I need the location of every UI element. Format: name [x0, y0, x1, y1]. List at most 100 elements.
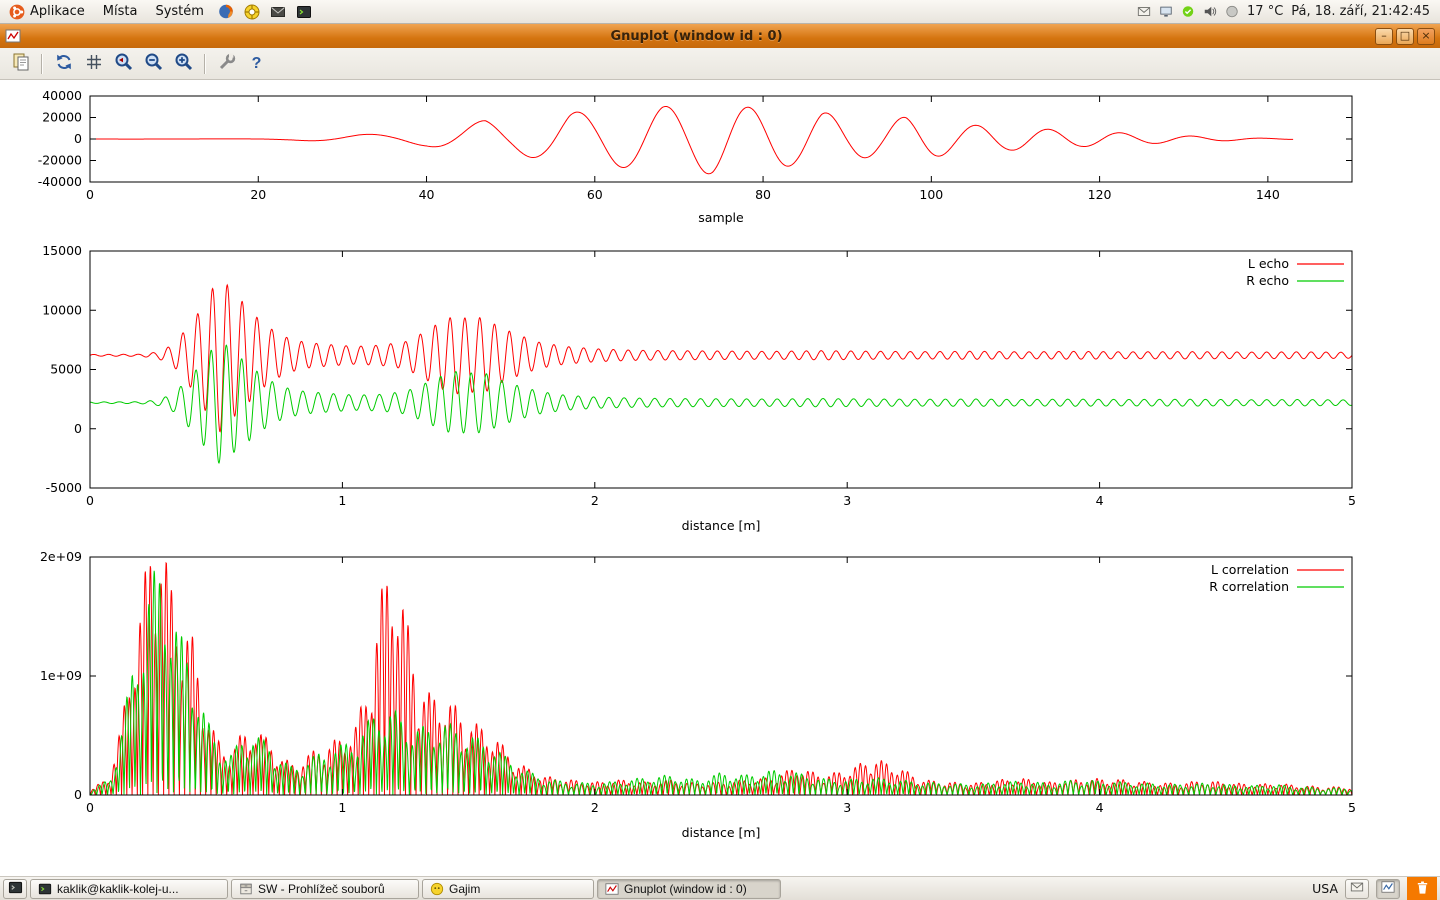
- x-tick-label: 4: [1096, 800, 1104, 815]
- y-tick-label: -20000: [38, 153, 82, 168]
- gnuplot-icon: [605, 882, 619, 896]
- gnuplot-canvas: 02040608010012014040000200000-20000-4000…: [0, 80, 1440, 876]
- plot-border: [90, 251, 1352, 488]
- firefox-icon: [218, 4, 234, 20]
- mail-notification-icon[interactable]: [1137, 5, 1151, 19]
- close-button[interactable]: ×: [1417, 28, 1435, 45]
- maximize-button[interactable]: □: [1396, 28, 1414, 45]
- y-tick-label: 20000: [42, 110, 82, 125]
- taskbar-window-label: Gnuplot (window id : 0): [624, 882, 747, 896]
- x-tick-label: 0: [86, 800, 94, 815]
- x-tick-label: 140: [1256, 187, 1280, 202]
- mail-launcher[interactable]: [265, 0, 291, 23]
- y-tick-label: 0: [74, 787, 82, 802]
- help-button[interactable]: ?: [243, 50, 270, 77]
- x-axis-label: distance [m]: [682, 825, 761, 840]
- menu-applications-label: Aplikace: [30, 4, 85, 19]
- x-tick-label: 3: [843, 493, 851, 508]
- help-icon: [244, 4, 260, 20]
- keyboard-layout-indicator[interactable]: USA: [1312, 881, 1338, 896]
- series-l-echo: [90, 285, 1352, 432]
- mail-tray-button[interactable]: [1345, 879, 1369, 899]
- zoom-previous-icon: [114, 52, 134, 75]
- replot-icon: [54, 52, 74, 75]
- taskbar-window-gajim[interactable]: Gajim: [422, 879, 594, 899]
- taskbar: kaklik@kaklik-kolej-u... SW - Prohlížeč …: [0, 876, 1440, 900]
- y-tick-label: -5000: [46, 480, 82, 495]
- series-r-echo: [90, 345, 1352, 463]
- x-tick-label: 40: [419, 187, 435, 202]
- y-tick-label: 10000: [42, 302, 82, 317]
- help-question-icon: ?: [252, 55, 262, 73]
- plot-border: [90, 557, 1352, 795]
- x-tick-label: 5: [1348, 493, 1356, 508]
- series-chirp: [90, 106, 1293, 173]
- minimize-button[interactable]: –: [1375, 28, 1393, 45]
- taskbar-window-terminal[interactable]: kaklik@kaklik-kolej-u...: [30, 879, 228, 899]
- zoom-out-icon: [144, 52, 164, 75]
- menu-places-label: Místa: [103, 4, 138, 19]
- zoom-out-button[interactable]: [140, 50, 167, 77]
- window-titlebar[interactable]: Gnuplot (window id : 0) – □ ×: [0, 24, 1440, 48]
- x-tick-label: 0: [86, 187, 94, 202]
- taskbar-window-label: Gajim: [449, 882, 480, 896]
- legend-label: R correlation: [1209, 579, 1289, 594]
- taskbar-window-file-manager[interactable]: SW - Prohlížeč souborů: [231, 879, 419, 899]
- volume-icon[interactable]: [1203, 5, 1217, 19]
- trash-button[interactable]: [1407, 877, 1437, 900]
- x-tick-label: 80: [755, 187, 771, 202]
- plot-area: 02040608010012014040000200000-20000-4000…: [0, 80, 1440, 876]
- y-tick-label: 40000: [42, 88, 82, 103]
- gnuplot-window: Gnuplot (window id : 0) – □ ×: [0, 24, 1440, 876]
- x-tick-label: 5: [1348, 800, 1356, 815]
- x-tick-label: 3: [843, 800, 851, 815]
- taskbar-window-label: kaklik@kaklik-kolej-u...: [57, 882, 179, 896]
- mail-icon: [1350, 880, 1364, 897]
- display-icon[interactable]: [1159, 5, 1173, 19]
- x-tick-label: 2: [591, 800, 599, 815]
- system-tray: 17 °C Pá, 18. září, 21:42:45: [1137, 0, 1440, 23]
- clock[interactable]: Pá, 18. září, 21:42:45: [1291, 4, 1430, 19]
- help-launcher[interactable]: [239, 0, 265, 23]
- x-tick-label: 4: [1096, 493, 1104, 508]
- trash-icon: [1415, 880, 1430, 898]
- x-tick-label: 120: [1088, 187, 1112, 202]
- update-icon[interactable]: [1181, 5, 1195, 19]
- replot-button[interactable]: [50, 50, 77, 77]
- gnuplot-toolbar: ?: [0, 48, 1440, 80]
- terminal-launcher[interactable]: [291, 0, 317, 23]
- settings-button[interactable]: [213, 50, 240, 77]
- taskbar-right: USA: [1312, 877, 1437, 900]
- ubuntu-logo-icon: [9, 4, 25, 20]
- y-tick-label: 2e+09: [40, 549, 82, 564]
- taskbar-window-gnuplot[interactable]: Gnuplot (window id : 0): [597, 879, 781, 899]
- top-panel: Aplikace Místa Systém: [0, 0, 1440, 24]
- gnuplot-tray-button[interactable]: [1376, 879, 1400, 899]
- gnuplot-window-icon: [5, 28, 21, 44]
- y-tick-label: 1e+09: [40, 668, 82, 683]
- legend-label: R echo: [1246, 273, 1289, 288]
- copy-icon: [11, 52, 31, 75]
- gajim-icon: [430, 882, 444, 896]
- y-tick-label: -40000: [38, 174, 82, 189]
- terminal-icon: [296, 4, 312, 20]
- settings-wrench-icon: [217, 52, 237, 75]
- zoom-previous-button[interactable]: [110, 50, 137, 77]
- copy-button[interactable]: [7, 50, 34, 77]
- firefox-launcher[interactable]: [213, 0, 239, 23]
- window-title: Gnuplot (window id : 0): [21, 29, 1372, 44]
- zoom-in-button[interactable]: [170, 50, 197, 77]
- file-manager-icon: [239, 882, 253, 896]
- legend-label: L echo: [1248, 256, 1289, 271]
- y-tick-label: 5000: [50, 362, 82, 377]
- show-desktop-button[interactable]: [3, 879, 27, 899]
- temperature-indicator[interactable]: 17 °C: [1247, 4, 1283, 19]
- menu-places[interactable]: Místa: [94, 0, 147, 23]
- y-tick-label: 0: [74, 131, 82, 146]
- legend-label: L correlation: [1211, 562, 1289, 577]
- weather-icon[interactable]: [1225, 5, 1239, 19]
- toolbar-separator: [41, 54, 43, 74]
- menu-system[interactable]: Systém: [146, 0, 212, 23]
- grid-button[interactable]: [80, 50, 107, 77]
- menu-applications[interactable]: Aplikace: [0, 0, 94, 23]
